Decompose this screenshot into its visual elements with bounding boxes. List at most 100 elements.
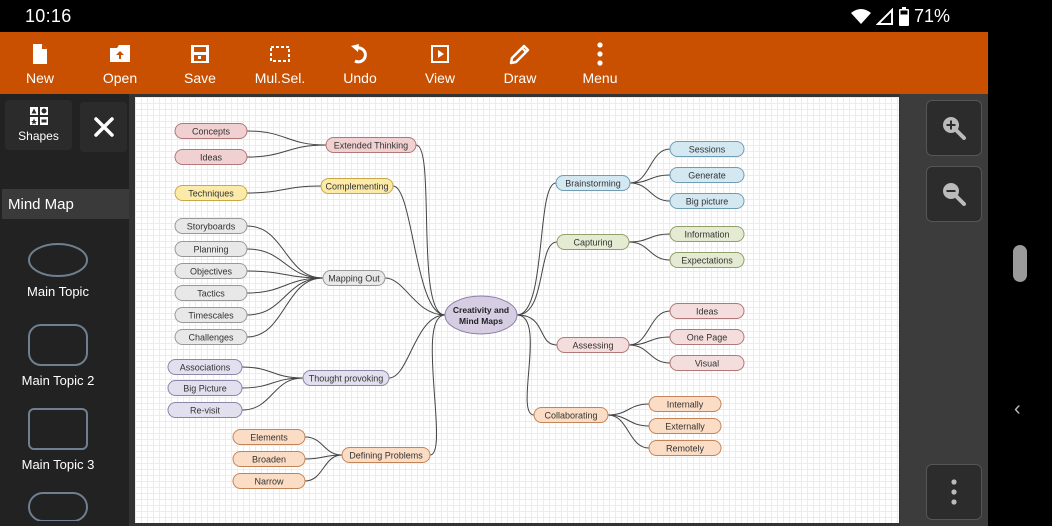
- node-label: Expectations: [681, 255, 733, 265]
- child-node[interactable]: Elements: [232, 429, 306, 445]
- draw-label: Draw: [503, 70, 537, 86]
- child-node[interactable]: One Page: [669, 329, 745, 345]
- section-header-mind-map[interactable]: Mind Map: [2, 189, 134, 219]
- save-button[interactable]: Save: [160, 32, 240, 94]
- node-label: Storyboards: [187, 221, 236, 231]
- edge-branch-6-1: [628, 241, 671, 261]
- more-options-button[interactable]: [926, 464, 982, 520]
- node-label: Re-visit: [190, 405, 221, 415]
- view-button[interactable]: View: [400, 32, 480, 94]
- child-node[interactable]: Information: [669, 226, 745, 242]
- shape-pill[interactable]: [0, 491, 116, 521]
- edge-branch-6-0: [628, 233, 671, 243]
- branch-node[interactable]: Complementing: [320, 178, 394, 194]
- child-node[interactable]: Objectives: [174, 263, 248, 279]
- child-node[interactable]: Remotely: [648, 440, 722, 456]
- branch-node[interactable]: Assessing: [556, 337, 630, 353]
- pencil-icon: [508, 41, 532, 67]
- open-label: Open: [102, 70, 138, 86]
- child-node[interactable]: Techniques: [174, 185, 248, 201]
- child-node[interactable]: Storyboards: [174, 218, 248, 234]
- mindmap-canvas[interactable]: Creativity and Mind Maps Extended Thinking…: [135, 97, 899, 523]
- child-node[interactable]: Internally: [648, 396, 722, 412]
- undo-button[interactable]: Undo: [320, 32, 400, 94]
- zoom-out-button[interactable]: [926, 166, 982, 222]
- edge-center-4: [429, 314, 446, 456]
- node-label: Brainstorming: [565, 178, 621, 188]
- node-label: Challenges: [188, 332, 234, 342]
- branch-node[interactable]: Collaborating: [533, 407, 609, 423]
- node-label: Mapping Out: [328, 273, 380, 283]
- node-label: Thought provoking: [309, 373, 384, 383]
- multi-select-button[interactable]: Mul.Sel.: [240, 32, 320, 94]
- zoom-in-button[interactable]: [926, 100, 982, 156]
- shape-main-topic-3[interactable]: Main Topic 3: [0, 407, 116, 472]
- child-node[interactable]: Expectations: [669, 252, 745, 268]
- node-label: Sessions: [689, 144, 726, 154]
- shape-main-topic[interactable]: Main Topic: [0, 242, 116, 299]
- edge-branch-8-0: [607, 403, 650, 416]
- child-node[interactable]: Broaden: [232, 451, 306, 467]
- edge-center-6: [516, 241, 558, 316]
- node-label: Ideas: [696, 306, 719, 316]
- node-label: One Page: [687, 332, 728, 342]
- node-label: Techniques: [188, 188, 234, 198]
- child-node[interactable]: Externally: [648, 418, 722, 434]
- child-node[interactable]: Generate: [669, 167, 745, 183]
- branch-node[interactable]: Mapping Out: [322, 270, 386, 286]
- side-handle[interactable]: [1013, 245, 1027, 282]
- child-node[interactable]: Tactics: [174, 285, 248, 301]
- edge-branch-7-0: [628, 310, 671, 346]
- shape-main-topic-2[interactable]: Main Topic 2: [0, 323, 116, 388]
- toolbar: New Open Save Mul.Sel. Undo View Draw Me…: [0, 32, 988, 94]
- branch-node[interactable]: Extended Thinking: [325, 137, 417, 153]
- shapes-panel: Shapes Mind Map Main Topic Main Topic 2 …: [0, 94, 134, 526]
- center-node[interactable]: Creativity andMind Maps: [444, 295, 518, 335]
- edge-branch-0-0: [246, 130, 327, 146]
- branch-node[interactable]: Thought provoking: [302, 370, 390, 386]
- edge-branch-5-2: [629, 182, 671, 202]
- child-node[interactable]: Planning: [174, 241, 248, 257]
- child-node[interactable]: Timescales: [174, 307, 248, 323]
- branch-node[interactable]: Defining Problems: [341, 447, 431, 463]
- child-node[interactable]: Challenges: [174, 329, 248, 345]
- mindmap-svg[interactable]: Creativity andMind Maps Extended Thinking…: [135, 97, 899, 523]
- edge-center-3: [388, 314, 446, 379]
- save-icon: [190, 41, 210, 67]
- node-label: Generate: [688, 170, 726, 180]
- undo-label: Undo: [343, 70, 377, 86]
- branch-node[interactable]: Capturing: [556, 234, 630, 250]
- child-node[interactable]: Big Picture: [167, 380, 243, 396]
- shapes-button[interactable]: Shapes: [5, 100, 72, 150]
- child-node[interactable]: Visual: [669, 355, 745, 371]
- new-button[interactable]: New: [0, 32, 80, 94]
- child-node[interactable]: Associations: [167, 359, 243, 375]
- more-vert-icon: [596, 41, 604, 67]
- edge-branch-7-2: [628, 344, 671, 364]
- back-chevron-icon[interactable]: ‹: [1014, 398, 1021, 421]
- child-node[interactable]: Ideas: [669, 303, 745, 319]
- child-node[interactable]: Sessions: [669, 141, 745, 157]
- node-label: Broaden: [252, 454, 286, 464]
- open-button[interactable]: Open: [80, 32, 160, 94]
- new-file-icon: [31, 41, 49, 67]
- node-label: Internally: [667, 399, 704, 409]
- edge-branch-2-5: [246, 277, 324, 338]
- center-node-label: Creativity and: [453, 305, 509, 315]
- close-panel-button[interactable]: [80, 102, 127, 152]
- system-nav-area: ‹: [988, 32, 1052, 526]
- edge-branch-2-1: [246, 248, 324, 279]
- branch-node[interactable]: Brainstorming: [555, 175, 631, 191]
- menu-button[interactable]: Menu: [560, 32, 640, 94]
- draw-button[interactable]: Draw: [480, 32, 560, 94]
- node-label: Objectives: [190, 266, 233, 276]
- edge-branch-1-0: [246, 185, 322, 194]
- child-node[interactable]: Concepts: [174, 123, 248, 139]
- node-label: Assessing: [572, 340, 613, 350]
- node-label: Tactics: [197, 288, 225, 298]
- child-node[interactable]: Narrow: [232, 473, 306, 489]
- node-label: Externally: [665, 421, 705, 431]
- child-node[interactable]: Re-visit: [167, 402, 243, 418]
- child-node[interactable]: Ideas: [174, 149, 248, 165]
- child-node[interactable]: Big picture: [669, 193, 745, 209]
